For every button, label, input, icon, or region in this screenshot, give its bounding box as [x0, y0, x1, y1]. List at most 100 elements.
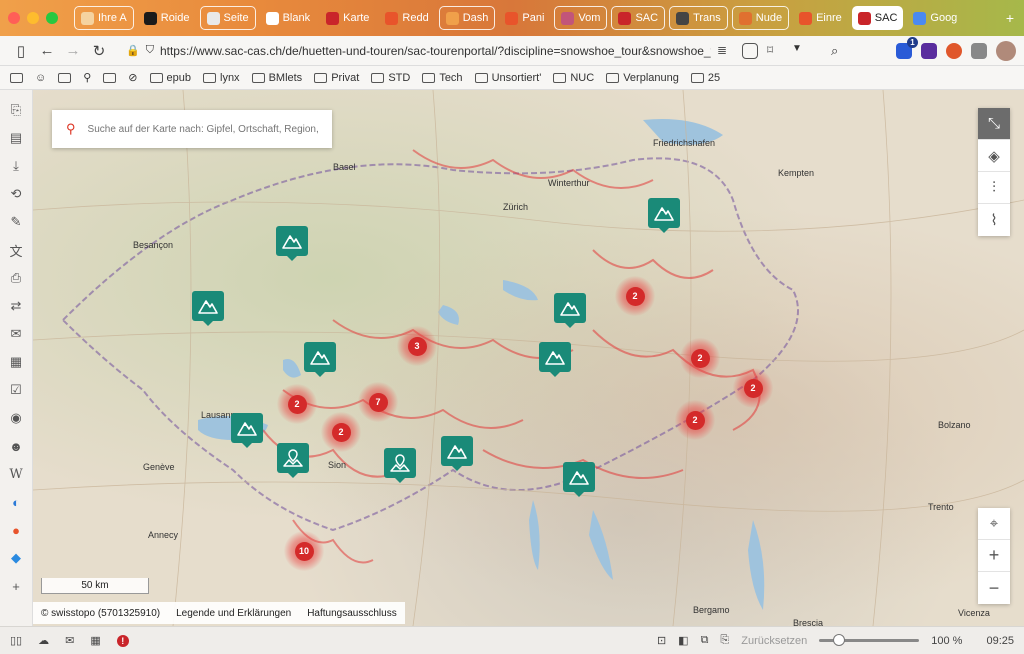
tour-cluster[interactable]: 2 [277, 384, 317, 424]
avatar[interactable] [996, 40, 1016, 61]
forward-button[interactable]: → [60, 40, 86, 62]
bookmark-item[interactable]: Tech [422, 72, 463, 84]
extension-gray-icon[interactable] [971, 42, 987, 59]
bookmark-item[interactable]: Unsortiert' [474, 72, 541, 84]
extension-orange-icon[interactable] [946, 42, 962, 59]
reading-list-icon[interactable]: ▤ [8, 130, 24, 146]
legend-link[interactable]: Legende und Erklärungen [176, 608, 291, 619]
hut-marker[interactable] [192, 291, 224, 326]
fullscreen-exit-icon[interactable]: ⤡ [978, 108, 1010, 140]
hut-marker[interactable] [563, 462, 595, 497]
alert-icon[interactable]: ! [116, 634, 129, 647]
zoom-in-button[interactable]: + [978, 540, 1010, 572]
reload-button[interactable]: ↻ [86, 40, 112, 62]
bookmark-item[interactable]: NUC [553, 72, 594, 84]
tab-4[interactable]: Karte [320, 6, 375, 30]
hut-marker[interactable] [384, 448, 416, 483]
bookmark-item[interactable]: STD [371, 72, 410, 84]
tab-8[interactable]: Vom [554, 6, 608, 30]
map-search-input[interactable] [87, 123, 318, 135]
reader-icon[interactable]: ≣ [717, 43, 733, 59]
history-icon[interactable]: ⟲ [8, 186, 24, 202]
tab-14[interactable]: Goog [907, 6, 963, 30]
layers-icon[interactable]: ◈ [978, 140, 1010, 172]
map-canvas[interactable]: Basel Zürich Winterthur Besançon Lausanne Gen… [33, 90, 1024, 626]
password-manager-icon[interactable]: 1 [896, 36, 918, 59]
tab-9[interactable]: SAC [611, 6, 666, 30]
new-tab-icon[interactable]: + [1006, 10, 1014, 26]
calendar-icon[interactable]: ▦ [8, 354, 24, 370]
tab-0[interactable]: Ihre A [74, 6, 134, 30]
folder-icon[interactable] [10, 72, 23, 83]
panel-toggle-icon[interactable]: ▯▯ [10, 634, 22, 647]
extension-purple-icon[interactable] [921, 42, 937, 59]
feed-icon[interactable]: ◉ [8, 410, 24, 426]
tab-1[interactable]: Roide [138, 6, 196, 30]
tour-cluster[interactable]: 2 [321, 412, 361, 452]
tour-cluster[interactable]: 2 [615, 276, 655, 316]
search-icon[interactable]: ⌕ [831, 43, 847, 59]
tab-13[interactable]: SAC [851, 6, 904, 30]
bike-bookmark-icon[interactable]: ⚲ [83, 71, 91, 84]
downloads-icon[interactable]: ⤓ [8, 158, 24, 174]
translate-icon[interactable]: 文 [8, 242, 24, 259]
tasks-icon[interactable]: ☑ [8, 382, 24, 398]
reddit-icon[interactable]: ● [8, 522, 24, 538]
calendar-status-icon[interactable]: ▦ [90, 634, 100, 647]
hut-marker[interactable] [304, 342, 336, 377]
tab-5[interactable]: Redd [379, 6, 434, 30]
tile-icon[interactable]: ◧ [678, 634, 688, 647]
web-panel-icon[interactable]: ◐ [8, 494, 24, 510]
tour-cluster[interactable]: 7 [358, 382, 398, 422]
route-icon[interactable]: ⌇ [978, 204, 1010, 236]
minimize-window-button[interactable] [27, 12, 39, 24]
locate-icon[interactable]: ⌖ [978, 508, 1010, 540]
filter-sliders-icon[interactable]: ⫶ [978, 172, 1010, 204]
bookmark-item[interactable]: Privat [314, 72, 359, 84]
tab-6[interactable]: Dash [438, 6, 496, 30]
emoji-bookmark-icon[interactable]: ☺ [35, 72, 46, 84]
folder-icon[interactable] [58, 72, 72, 83]
tour-cluster[interactable]: 2 [680, 338, 720, 378]
add-panel-icon[interactable]: + [8, 578, 24, 594]
hut-marker[interactable] [554, 293, 586, 328]
tab-11[interactable]: Nude [731, 6, 790, 30]
bookmark-item[interactable]: epub [149, 72, 191, 84]
hut-marker[interactable] [539, 342, 571, 377]
dropdown-icon[interactable]: ▼ [792, 43, 808, 59]
mail-icon[interactable]: ✉ [8, 326, 24, 342]
split-icon[interactable]: ⧉ [701, 634, 709, 647]
url-field[interactable]: 🔒 ⛉ https://www.sac-cas.ch/de/huetten-un… [118, 39, 711, 63]
chat-icon[interactable]: ◆ [8, 550, 24, 566]
back-button[interactable]: ← [34, 40, 60, 62]
qr-icon[interactable] [742, 42, 758, 59]
tab-7[interactable]: Pani [499, 6, 550, 30]
zoom-slider-knob[interactable] [833, 634, 846, 646]
contacts-icon[interactable]: ☻ [8, 438, 24, 454]
hut-marker[interactable] [441, 436, 473, 471]
capture-icon[interactable]: ⊡ [657, 634, 666, 647]
notes-icon[interactable]: ✎ [8, 214, 24, 230]
tab-12[interactable]: Einre [793, 6, 848, 30]
tour-cluster[interactable]: 2 [733, 368, 773, 408]
maximize-window-button[interactable] [46, 12, 58, 24]
reset-zoom-button[interactable]: Zurücksetzen [741, 635, 807, 647]
sidebar-toggle-icon[interactable]: ▯ [8, 40, 34, 62]
print-icon[interactable]: ⎙ [8, 270, 24, 286]
tour-cluster[interactable]: 2 [675, 400, 715, 440]
tab-10[interactable]: Trans [669, 6, 728, 30]
bookmark-item[interactable]: lynx [203, 72, 240, 84]
hut-marker[interactable] [277, 443, 309, 478]
bookmark-item[interactable]: 25 [690, 72, 720, 84]
hut-marker[interactable] [648, 198, 680, 233]
hut-marker[interactable] [276, 226, 308, 261]
ban-bookmark-icon[interactable]: ⊘ [128, 71, 137, 84]
bookmark-item[interactable]: BMlets [251, 72, 302, 84]
sync-icon[interactable]: ⇄ [8, 298, 24, 314]
bookmark-item[interactable]: Verplanung [606, 72, 679, 84]
bookmark-panel-icon[interactable]: ⎘ [8, 102, 24, 118]
tab-3[interactable]: Blank [260, 6, 317, 30]
close-window-button[interactable] [8, 12, 20, 24]
mail-status-icon[interactable]: ✉ [65, 634, 74, 647]
disclaimer-link[interactable]: Haftungsausschluss [307, 608, 397, 619]
